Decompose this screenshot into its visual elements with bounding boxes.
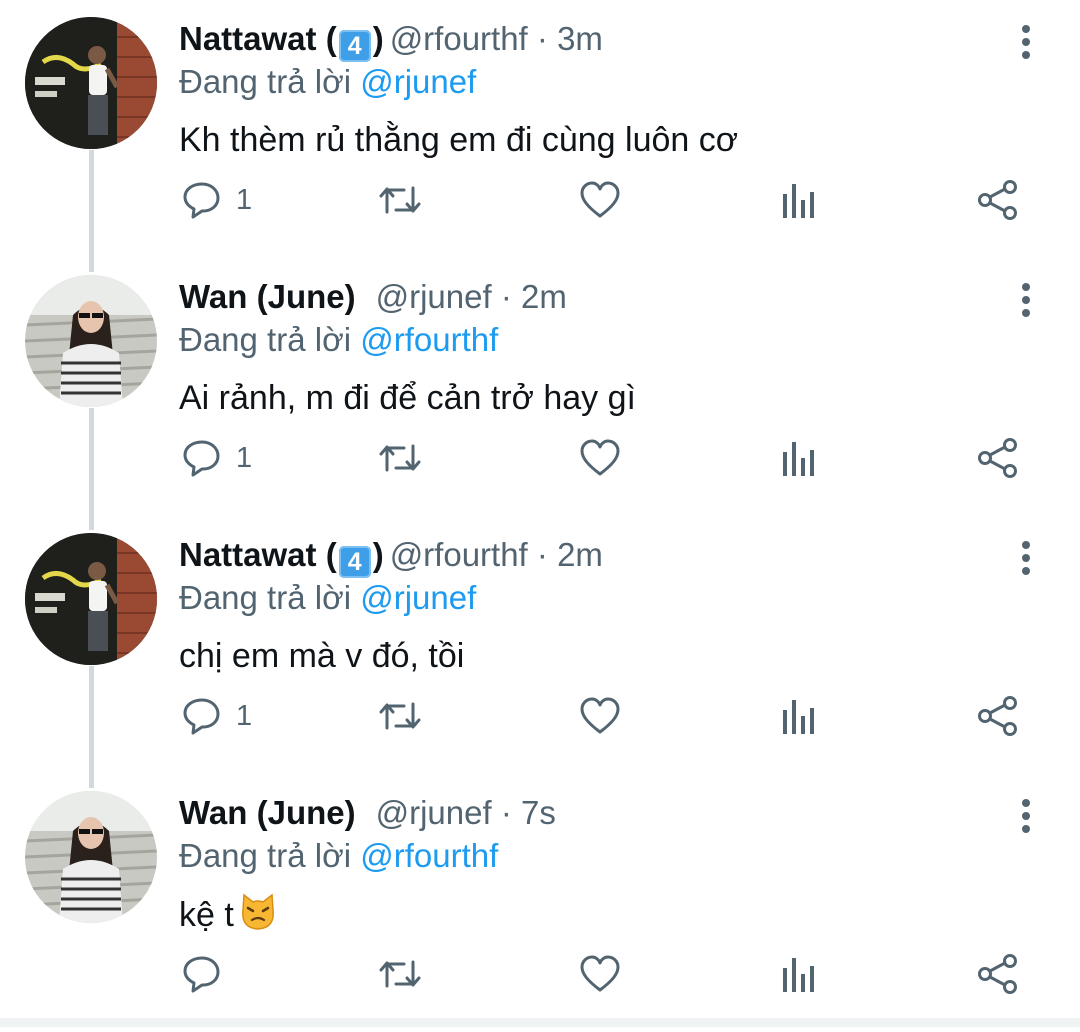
- like-button[interactable]: [578, 950, 622, 998]
- tweet[interactable]: Wan (June) @rjunef · 2m Đang trả lời @rfo…: [0, 258, 1080, 530]
- tweet[interactable]: Nattawat (4) @rfourthf · 2m Đang trả lời …: [0, 516, 1080, 788]
- separator-dot: ·: [500, 794, 512, 831]
- reply-count: 1: [236, 699, 253, 732]
- analytics-icon: [778, 694, 818, 738]
- user-handle[interactable]: @rjunef: [376, 278, 492, 315]
- conversation-thread: Nattawat (4) @rfourthf · 3m Đang trả lời …: [0, 0, 1080, 1027]
- separator-dot: ·: [536, 536, 548, 573]
- retweet-button[interactable]: [377, 434, 423, 482]
- display-name[interactable]: Nattawat (4): [179, 20, 384, 62]
- views-button[interactable]: [778, 176, 818, 224]
- reply-count: 1: [236, 183, 253, 216]
- user-handle[interactable]: @rfourthf: [390, 20, 528, 57]
- share-button[interactable]: [976, 176, 1020, 224]
- retweet-button[interactable]: [377, 950, 423, 998]
- like-button[interactable]: [578, 692, 622, 740]
- reply-button[interactable]: 1: [180, 176, 252, 224]
- tweet-header: Nattawat (4) @rfourthf · 2m: [179, 534, 603, 578]
- timestamp[interactable]: 3m: [557, 20, 603, 57]
- more-vertical-icon[interactable]: [1004, 794, 1048, 838]
- heart-icon: [578, 436, 622, 480]
- retweet-button[interactable]: [377, 176, 423, 224]
- timestamp[interactable]: 7s: [521, 794, 556, 831]
- like-button[interactable]: [578, 176, 622, 224]
- reply-button[interactable]: 1: [180, 434, 252, 482]
- retweet-icon: [377, 178, 423, 222]
- share-button[interactable]: [976, 692, 1020, 740]
- share-icon: [976, 952, 1020, 996]
- reply-icon: [180, 178, 224, 222]
- analytics-icon: [778, 178, 818, 222]
- action-bar: 1: [0, 688, 1080, 748]
- keycap-emoji: 4: [338, 30, 371, 62]
- share-button[interactable]: [976, 434, 1020, 482]
- mention-link[interactable]: @rjunef: [360, 63, 476, 100]
- avatar[interactable]: [25, 275, 157, 407]
- timestamp[interactable]: 2m: [521, 278, 567, 315]
- share-icon: [976, 436, 1020, 480]
- separator-dot: ·: [500, 278, 512, 315]
- more-vertical-icon[interactable]: [1004, 278, 1048, 322]
- mention-link[interactable]: @rfourthf: [360, 837, 498, 874]
- retweet-icon: [377, 952, 423, 996]
- avatar[interactable]: [25, 533, 157, 665]
- reply-button[interactable]: 1: [180, 692, 252, 740]
- analytics-icon: [778, 952, 818, 996]
- views-button[interactable]: [778, 434, 818, 482]
- user-handle[interactable]: @rjunef: [376, 794, 492, 831]
- views-button[interactable]: [778, 950, 818, 998]
- more-vertical-icon[interactable]: [1004, 536, 1048, 580]
- share-icon: [976, 178, 1020, 222]
- tweet-text: Kh thèm rủ thằng em đi cùng luôn cơ: [179, 121, 739, 159]
- replying-to: Đang trả lời @rfourthf: [179, 321, 499, 358]
- reply-icon: [180, 952, 224, 996]
- display-name[interactable]: Wan (June): [179, 278, 356, 315]
- tweet-header: Wan (June) @rjunef · 2m: [179, 276, 567, 318]
- retweet-button[interactable]: [377, 692, 423, 740]
- timestamp[interactable]: 2m: [557, 536, 603, 573]
- retweet-icon: [377, 694, 423, 738]
- heart-icon: [578, 694, 622, 738]
- tweet-text: chị em mà v đó, tồi: [179, 637, 465, 675]
- tweet-text: kệ t: [179, 892, 278, 943]
- reply-icon: [180, 436, 224, 480]
- like-button[interactable]: [578, 434, 622, 482]
- analytics-icon: [778, 436, 818, 480]
- tweet-header: Wan (June) @rjunef · 7s: [179, 792, 556, 834]
- share-button[interactable]: [976, 950, 1020, 998]
- more-vertical-icon[interactable]: [1004, 20, 1048, 64]
- user-handle[interactable]: @rfourthf: [390, 536, 528, 573]
- display-name[interactable]: Wan (June): [179, 794, 356, 831]
- reply-count: 1: [236, 441, 253, 474]
- reply-button[interactable]: [180, 950, 236, 998]
- replying-to: Đang trả lời @rfourthf: [179, 837, 499, 874]
- display-name[interactable]: Nattawat (4): [179, 536, 384, 578]
- keycap-emoji: 4: [338, 546, 371, 578]
- separator-dot: ·: [536, 20, 548, 57]
- divider: [0, 1018, 1080, 1027]
- retweet-icon: [377, 436, 423, 480]
- mention-link[interactable]: @rfourthf: [360, 321, 498, 358]
- tweet[interactable]: Nattawat (4) @rfourthf · 3m Đang trả lời …: [0, 0, 1080, 272]
- replying-to: Đang trả lời @rjunef: [179, 579, 477, 616]
- cat-face-emoji: [238, 892, 278, 943]
- action-bar: [0, 946, 1080, 1006]
- tweet-header: Nattawat (4) @rfourthf · 3m: [179, 18, 603, 62]
- replying-to: Đang trả lời @rjunef: [179, 63, 477, 100]
- views-button[interactable]: [778, 692, 818, 740]
- avatar[interactable]: [25, 17, 157, 149]
- heart-icon: [578, 952, 622, 996]
- action-bar: 1: [0, 430, 1080, 490]
- action-bar: 1: [0, 172, 1080, 232]
- mention-link[interactable]: @rjunef: [360, 579, 476, 616]
- tweet-text: Ai rảnh, m đi để cản trở hay gì: [179, 379, 636, 417]
- share-icon: [976, 694, 1020, 738]
- avatar[interactable]: [25, 791, 157, 923]
- heart-icon: [578, 178, 622, 222]
- reply-icon: [180, 694, 224, 738]
- tweet[interactable]: Wan (June) @rjunef · 7s Đang trả lời @rfo…: [0, 774, 1080, 1032]
